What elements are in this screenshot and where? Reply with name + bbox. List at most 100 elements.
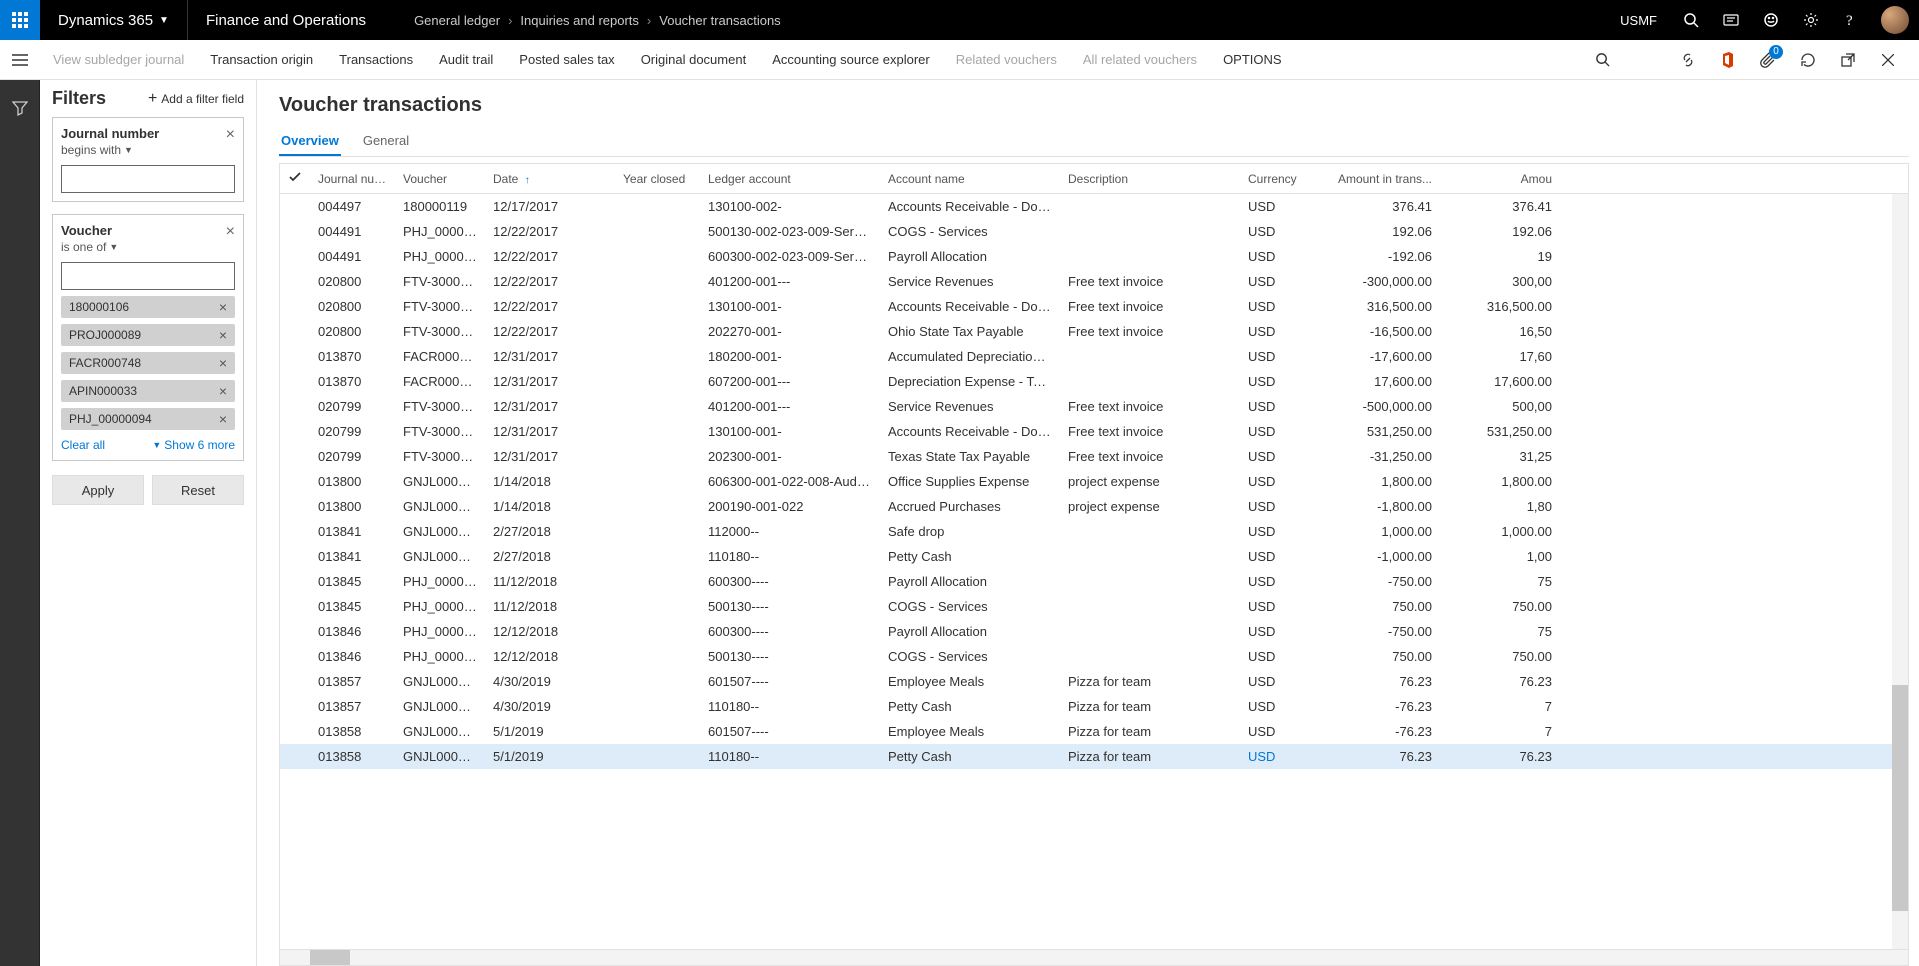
cell-voucher: PHJ_00000183: [395, 649, 485, 664]
cell-voucher: FTV-30000014: [395, 274, 485, 289]
table-row[interactable]: 020800FTV-3000001412/22/2017401200-001--…: [280, 269, 1908, 294]
clear-all-link[interactable]: Clear all: [61, 438, 105, 452]
table-row[interactable]: 013857GNJL0007904/30/2019110180--Petty C…: [280, 694, 1908, 719]
table-row[interactable]: 013846PHJ_0000018312/12/2018600300----Pa…: [280, 619, 1908, 644]
refresh-icon[interactable]: [1791, 43, 1825, 77]
select-all-checkbox[interactable]: [280, 171, 310, 186]
column-header-year[interactable]: Year closed: [615, 172, 700, 186]
remove-token-icon[interactable]: ×: [219, 355, 227, 371]
horizontal-scrollbar[interactable]: [280, 949, 1908, 965]
table-row[interactable]: 013857GNJL0007904/30/2019601507----Emplo…: [280, 669, 1908, 694]
column-header-ledger[interactable]: Ledger account: [700, 172, 880, 186]
office-icon[interactable]: [1711, 43, 1745, 77]
task-recorder-icon[interactable]: [1711, 0, 1751, 40]
breadcrumb-item[interactable]: Inquiries and reports: [520, 13, 639, 28]
table-row[interactable]: 013841GNJL0007892/27/2018112000--Safe dr…: [280, 519, 1908, 544]
table-row[interactable]: 013870FACR00075012/31/2017607200-001---D…: [280, 369, 1908, 394]
action-options[interactable]: OPTIONS: [1210, 40, 1295, 79]
cell-voucher: GNJL000792: [395, 749, 485, 764]
breadcrumb-item[interactable]: Voucher transactions: [659, 13, 780, 28]
vertical-scrollbar[interactable]: [1892, 194, 1908, 949]
action-original-document[interactable]: Original document: [628, 40, 760, 79]
cell-date: 1/14/2018: [485, 474, 615, 489]
user-avatar[interactable]: [1881, 6, 1909, 34]
close-icon[interactable]: [1871, 43, 1905, 77]
search-icon[interactable]: [1585, 43, 1619, 77]
cell-ledger: 601507----: [700, 724, 880, 739]
cell-voucher: GNJL000788: [395, 499, 485, 514]
show-more-link[interactable]: ▼ Show 6 more: [152, 438, 235, 452]
cell-account: Petty Cash: [880, 749, 1060, 764]
column-header-description[interactable]: Description: [1060, 172, 1240, 186]
filter-journal-input[interactable]: [61, 165, 235, 193]
company-code[interactable]: USMF: [1606, 13, 1671, 28]
link-icon[interactable]: [1671, 43, 1705, 77]
apply-button[interactable]: Apply: [52, 475, 144, 505]
reset-button[interactable]: Reset: [152, 475, 244, 505]
cell-date: 12/31/2017: [485, 349, 615, 364]
breadcrumb-item[interactable]: General ledger: [414, 13, 500, 28]
remove-token-icon[interactable]: ×: [219, 327, 227, 343]
table-row[interactable]: 020799FTV-3000001312/31/2017130100-001-A…: [280, 419, 1908, 444]
table-row[interactable]: 004491PHJ_0000012012/22/2017500130-002-0…: [280, 219, 1908, 244]
table-row[interactable]: 020799FTV-3000001312/31/2017202300-001-T…: [280, 444, 1908, 469]
product-switcher[interactable]: Dynamics 365 ▼: [40, 0, 188, 40]
filter-voucher-input[interactable]: [61, 262, 235, 290]
grid-body[interactable]: 00449718000011912/17/2017130100-002-Acco…: [280, 194, 1908, 949]
remove-token-icon[interactable]: ×: [219, 383, 227, 399]
help-icon[interactable]: ?: [1831, 0, 1871, 40]
close-icon[interactable]: ×: [226, 223, 235, 241]
action-transactions[interactable]: Transactions: [326, 40, 426, 79]
cell-currency: USD: [1240, 624, 1320, 639]
action-accounting-source-explorer[interactable]: Accounting source explorer: [759, 40, 943, 79]
chevron-right-icon: ›: [508, 13, 512, 28]
cell-amount-trans: -1,800.00: [1320, 499, 1440, 514]
column-header-currency[interactable]: Currency: [1240, 172, 1320, 186]
table-row[interactable]: 013858GNJL0007925/1/2019110180--Petty Ca…: [280, 744, 1908, 769]
nav-hamburger-icon[interactable]: [0, 40, 40, 80]
table-row[interactable]: 013846PHJ_0000018312/12/2018500130----CO…: [280, 644, 1908, 669]
close-icon[interactable]: ×: [226, 126, 235, 144]
settings-gear-icon[interactable]: [1791, 0, 1831, 40]
table-row[interactable]: 013800GNJL0007881/14/2018200190-001-022A…: [280, 494, 1908, 519]
action-posted-sales-tax[interactable]: Posted sales tax: [506, 40, 627, 79]
table-row[interactable]: 013845PHJ_0000018111/12/2018500130----CO…: [280, 594, 1908, 619]
cell-currency: USD: [1240, 424, 1320, 439]
feedback-icon[interactable]: [1751, 0, 1791, 40]
remove-token-icon[interactable]: ×: [219, 411, 227, 427]
filter-operator[interactable]: begins with ▼: [61, 143, 235, 157]
table-row[interactable]: 013845PHJ_0000018111/12/2018600300----Pa…: [280, 569, 1908, 594]
table-row[interactable]: 013870FACR00075012/31/2017180200-001-Acc…: [280, 344, 1908, 369]
tab-general[interactable]: General: [361, 127, 411, 156]
column-header-journal[interactable]: Journal number: [310, 172, 395, 186]
token-text: 180000106: [69, 300, 129, 314]
column-header-date[interactable]: Date ↑: [485, 172, 615, 186]
popout-icon[interactable]: [1831, 43, 1865, 77]
column-header-voucher[interactable]: Voucher: [395, 172, 485, 186]
search-icon[interactable]: [1671, 0, 1711, 40]
attachments-icon[interactable]: 0: [1751, 43, 1785, 77]
action-audit-trail[interactable]: Audit trail: [426, 40, 506, 79]
cell-ledger: 401200-001---: [700, 274, 880, 289]
cell-currency: USD: [1240, 749, 1320, 764]
action-transaction-origin[interactable]: Transaction origin: [197, 40, 326, 79]
table-row[interactable]: 013841GNJL0007892/27/2018110180--Petty C…: [280, 544, 1908, 569]
app-launcher-icon[interactable]: [0, 0, 40, 40]
column-header-amount[interactable]: Amou: [1440, 172, 1560, 186]
column-header-amount-trans[interactable]: Amount in trans...: [1320, 172, 1440, 186]
filter-operator[interactable]: is one of ▼: [61, 240, 235, 254]
table-row[interactable]: 013858GNJL0007925/1/2019601507----Employ…: [280, 719, 1908, 744]
cell-ledger: 606300-001-022-008-AudioRM...: [700, 474, 880, 489]
table-row[interactable]: 013800GNJL0007881/14/2018606300-001-022-…: [280, 469, 1908, 494]
remove-token-icon[interactable]: ×: [219, 299, 227, 315]
table-row[interactable]: 004491PHJ_0000012012/22/2017600300-002-0…: [280, 244, 1908, 269]
table-row[interactable]: 00449718000011912/17/2017130100-002-Acco…: [280, 194, 1908, 219]
table-row[interactable]: 020800FTV-3000001412/22/2017130100-001-A…: [280, 294, 1908, 319]
filter-funnel-icon[interactable]: [0, 90, 40, 126]
action-view-subledger-journal: View subledger journal: [40, 40, 197, 79]
table-row[interactable]: 020800FTV-3000001412/22/2017202270-001-O…: [280, 319, 1908, 344]
column-header-account[interactable]: Account name: [880, 172, 1060, 186]
table-row[interactable]: 020799FTV-3000001312/31/2017401200-001--…: [280, 394, 1908, 419]
add-filter-button[interactable]: + Add a filter field: [148, 90, 244, 108]
tab-overview[interactable]: Overview: [279, 127, 341, 156]
